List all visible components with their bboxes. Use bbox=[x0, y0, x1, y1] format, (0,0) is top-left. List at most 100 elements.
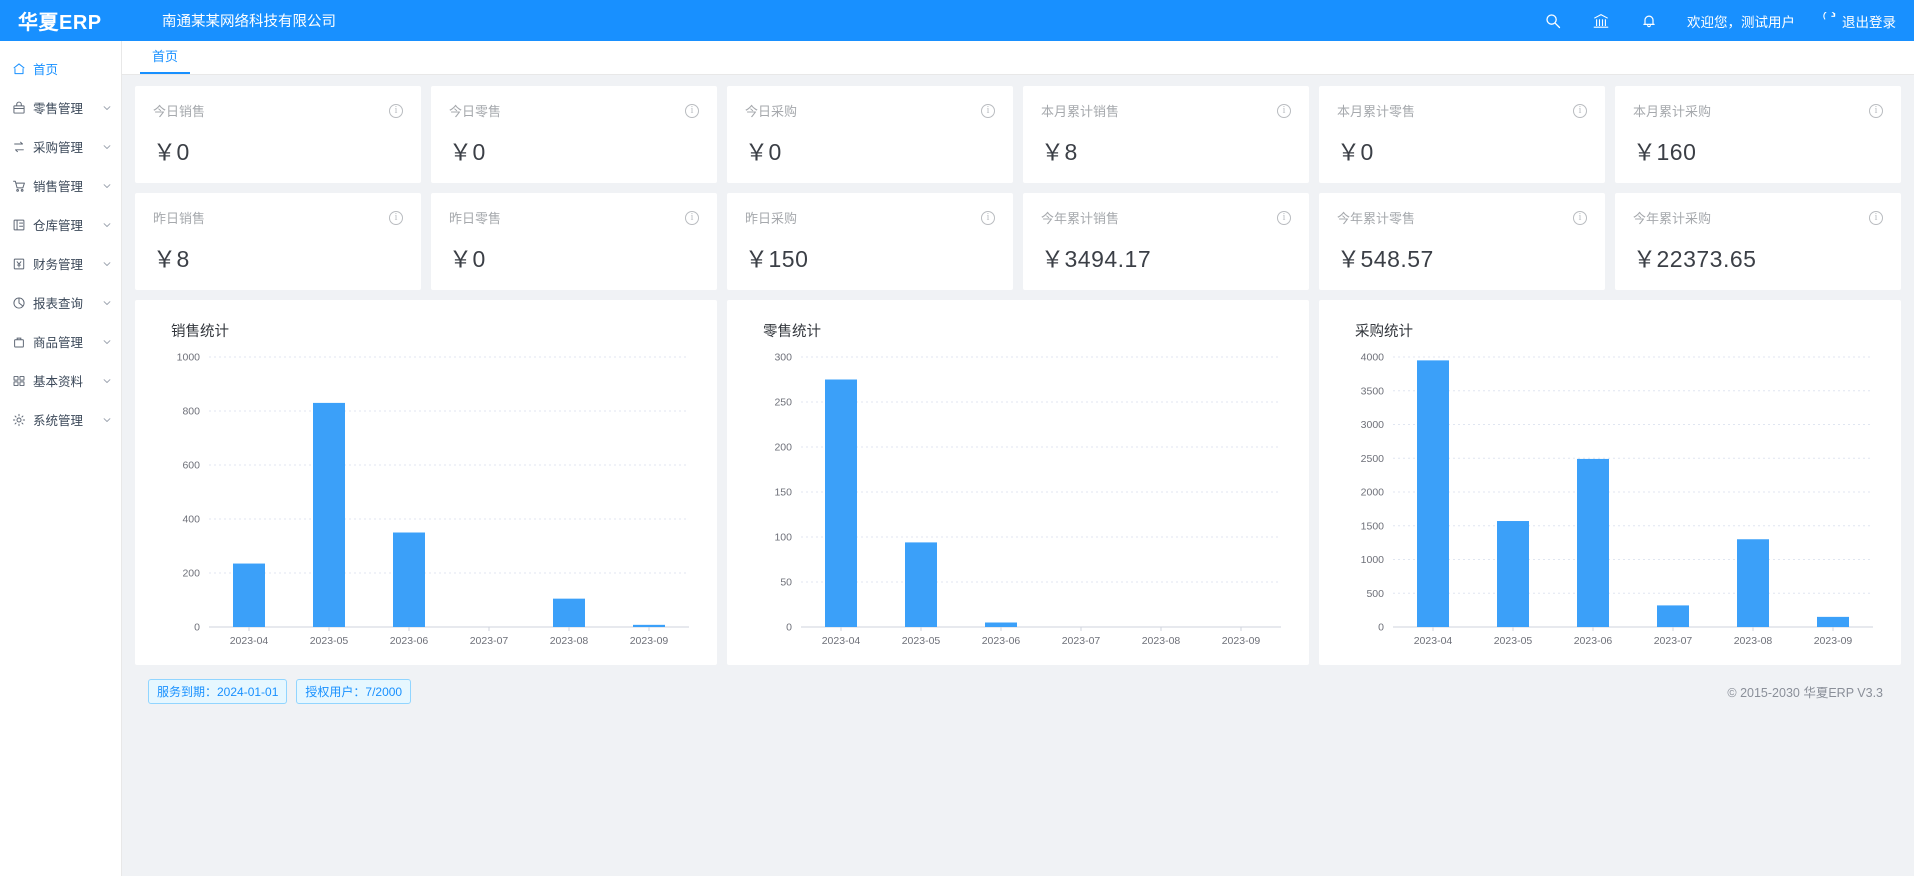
svg-text:2023-07: 2023-07 bbox=[470, 635, 509, 647]
svg-text:2023-06: 2023-06 bbox=[390, 635, 429, 647]
stat-value: ￥0 bbox=[745, 133, 995, 167]
sidebar-label: 报表查询 bbox=[33, 293, 100, 312]
sidebar-label: 仓库管理 bbox=[33, 215, 100, 234]
purchase-bar-chart[interactable]: 050010001500200025003000350040002023-042… bbox=[1333, 347, 1887, 657]
stat-card: 今日销售 i ￥0 bbox=[135, 86, 421, 183]
info-icon[interactable]: i bbox=[1869, 104, 1883, 118]
stat-title: 本月累计采购 bbox=[1633, 101, 1711, 120]
tab-bar: 首页 bbox=[122, 41, 1914, 75]
stat-value: ￥3494.17 bbox=[1041, 240, 1291, 274]
stat-card: 昨日销售 i ￥8 bbox=[135, 193, 421, 290]
chevron-down-icon bbox=[102, 103, 112, 113]
sales-bar-chart[interactable]: 020040060080010002023-042023-052023-0620… bbox=[149, 347, 703, 657]
info-icon[interactable]: i bbox=[1277, 211, 1291, 225]
stat-card: 昨日零售 i ￥0 bbox=[431, 193, 717, 290]
svg-text:1000: 1000 bbox=[177, 352, 201, 364]
stat-title: 今年累计采购 bbox=[1633, 208, 1711, 227]
sidebar-label: 财务管理 bbox=[33, 254, 100, 273]
home-icon bbox=[11, 61, 26, 76]
sidebar-item-basic-data[interactable]: 基本资料 bbox=[0, 361, 121, 400]
page-footer: 服务到期：2024-01-01 授权用户：7/2000 © 2015-2030 … bbox=[135, 665, 1901, 717]
svg-text:2023-04: 2023-04 bbox=[230, 635, 269, 647]
sidebar-item-reports[interactable]: 报表查询 bbox=[0, 283, 121, 322]
svg-text:200: 200 bbox=[182, 568, 200, 580]
stat-card: 本月累计采购 i ￥160 bbox=[1615, 86, 1901, 183]
app-logo: 华夏ERP bbox=[0, 6, 146, 35]
info-icon[interactable]: i bbox=[1573, 104, 1587, 118]
search-icon[interactable] bbox=[1529, 0, 1577, 41]
chevron-down-icon bbox=[102, 376, 112, 386]
stat-card-header: 今日采购 i bbox=[745, 101, 995, 120]
info-icon[interactable]: i bbox=[685, 104, 699, 118]
svg-text:2023-08: 2023-08 bbox=[550, 635, 589, 647]
sidebar-item-goods[interactable]: 商品管理 bbox=[0, 322, 121, 361]
sidebar-item-sales[interactable]: 销售管理 bbox=[0, 166, 121, 205]
bag-icon bbox=[11, 334, 26, 349]
stat-value: ￥0 bbox=[1337, 133, 1587, 167]
info-icon[interactable]: i bbox=[685, 211, 699, 225]
svg-text:600: 600 bbox=[182, 460, 200, 472]
chevron-down-icon bbox=[102, 220, 112, 230]
svg-text:200: 200 bbox=[774, 442, 792, 454]
chevron-down-icon bbox=[102, 259, 112, 269]
sidebar-item-finance[interactable]: 财务管理 bbox=[0, 244, 121, 283]
stat-card-header: 今年累计采购 i bbox=[1633, 208, 1883, 227]
stat-card-header: 今日零售 i bbox=[449, 101, 699, 120]
svg-text:2023-05: 2023-05 bbox=[310, 635, 349, 647]
stat-card-row-2: 昨日销售 i ￥8 昨日零售 i ￥0 昨日采购 i bbox=[135, 193, 1901, 290]
info-icon[interactable]: i bbox=[981, 211, 995, 225]
sidebar-item-warehouse[interactable]: 仓库管理 bbox=[0, 205, 121, 244]
stat-value: ￥0 bbox=[153, 133, 403, 167]
sidebar-label: 零售管理 bbox=[33, 98, 100, 117]
retail-bar-chart[interactable]: 0501001502002503002023-042023-052023-062… bbox=[741, 347, 1295, 657]
sidebar-item-system[interactable]: 系统管理 bbox=[0, 400, 121, 439]
svg-text:2023-06: 2023-06 bbox=[1574, 635, 1613, 647]
welcome-message: 欢迎您，测试用户 bbox=[1687, 11, 1795, 31]
bell-icon[interactable] bbox=[1625, 0, 1673, 41]
pie-chart-icon bbox=[11, 295, 26, 310]
svg-text:2023-05: 2023-05 bbox=[902, 635, 941, 647]
svg-text:4000: 4000 bbox=[1361, 352, 1385, 364]
company-name: 南通某某网络科技有限公司 bbox=[162, 10, 336, 31]
info-icon[interactable]: i bbox=[981, 104, 995, 118]
info-icon[interactable]: i bbox=[389, 104, 403, 118]
svg-text:0: 0 bbox=[1378, 622, 1384, 634]
stat-card-row-1: 今日销售 i ￥0 今日零售 i ￥0 今日采购 i bbox=[135, 86, 1901, 183]
gear-icon bbox=[11, 412, 26, 427]
sidebar-label: 基本资料 bbox=[33, 371, 100, 390]
sidebar-label: 商品管理 bbox=[33, 332, 100, 351]
shop-icon bbox=[11, 100, 26, 115]
info-icon[interactable]: i bbox=[1277, 104, 1291, 118]
stat-card-header: 本月累计销售 i bbox=[1041, 101, 1291, 120]
sidebar-label: 系统管理 bbox=[33, 410, 100, 429]
info-icon[interactable]: i bbox=[389, 211, 403, 225]
stat-title: 本月累计销售 bbox=[1041, 101, 1119, 120]
svg-text:1500: 1500 bbox=[1361, 520, 1385, 532]
stat-card: 今日采购 i ￥0 bbox=[727, 86, 1013, 183]
stat-card: 本月累计零售 i ￥0 bbox=[1319, 86, 1605, 183]
sidebar-item-retail[interactable]: 零售管理 bbox=[0, 88, 121, 127]
svg-text:2023-08: 2023-08 bbox=[1734, 635, 1773, 647]
svg-text:50: 50 bbox=[780, 577, 792, 589]
stat-value: ￥22373.65 bbox=[1633, 240, 1883, 274]
stat-value: ￥548.57 bbox=[1337, 240, 1587, 274]
sidebar-item-home[interactable]: 首页 bbox=[0, 49, 121, 88]
svg-text:0: 0 bbox=[194, 622, 200, 634]
stat-card-header: 今年累计零售 i bbox=[1337, 208, 1587, 227]
svg-text:2023-05: 2023-05 bbox=[1494, 635, 1533, 647]
stat-title: 今日销售 bbox=[153, 101, 205, 120]
bank-icon[interactable] bbox=[1577, 0, 1625, 41]
stat-card-header: 今日销售 i bbox=[153, 101, 403, 120]
swap-icon bbox=[11, 139, 26, 154]
stat-value: ￥0 bbox=[449, 240, 699, 274]
tab-home[interactable]: 首页 bbox=[140, 46, 190, 74]
chart-title: 零售统计 bbox=[763, 320, 1295, 341]
app-body: 首页 零售管理 采购管理 bbox=[0, 41, 1914, 876]
svg-text:2000: 2000 bbox=[1361, 487, 1385, 499]
info-icon[interactable]: i bbox=[1573, 211, 1587, 225]
stat-title: 昨日零售 bbox=[449, 208, 501, 227]
info-icon[interactable]: i bbox=[1869, 211, 1883, 225]
sidebar-item-purchase[interactable]: 采购管理 bbox=[0, 127, 121, 166]
stat-card-header: 昨日零售 i bbox=[449, 208, 699, 227]
logout-button[interactable]: 退出登录 bbox=[1823, 11, 1896, 31]
